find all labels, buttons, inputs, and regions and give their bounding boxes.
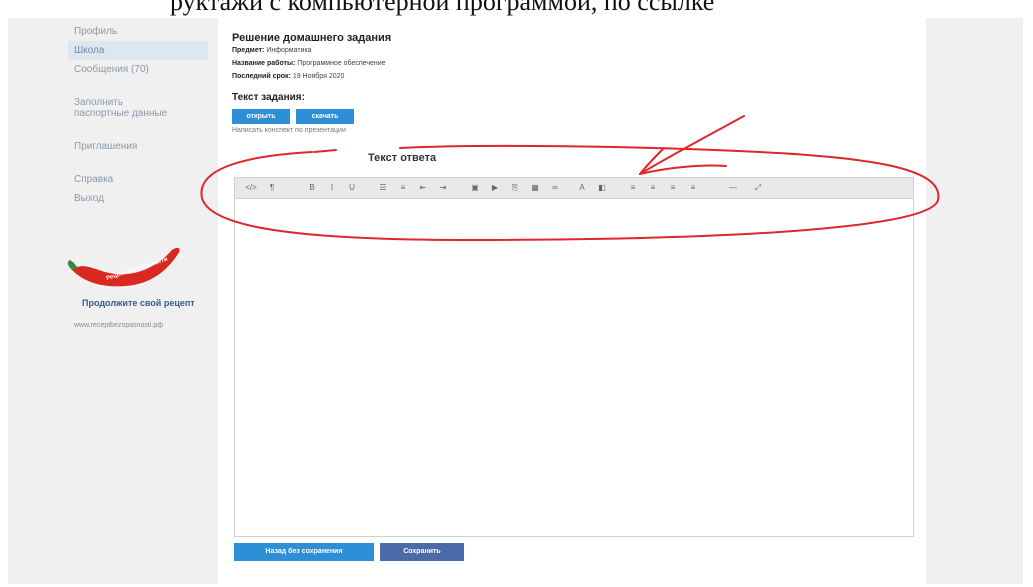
font-color-icon[interactable]: A [575, 181, 589, 195]
promo-url[interactable]: www.receptbezopasnosti.рф [74, 322, 163, 329]
deadline-row: Последний срок: 19 Ноября 2020 [232, 73, 344, 80]
page-caption: руктажи с компьютерной программой, по сс… [0, 0, 1033, 18]
align-right-icon[interactable]: ≡ [665, 181, 681, 195]
unordered-list-icon[interactable]: ☰ [375, 181, 391, 195]
work-value: Программное обеспечение [297, 60, 386, 67]
editor-toolbar: </> ¶ B I U ☰ ≡ ⇤ ⇥ ▣ ▶ ⎘ ▦ ∞ A ◧ ≡ ≡ ≡ ≡ — ⤢ [235, 178, 913, 199]
align-left-icon[interactable]: ≡ [625, 181, 641, 195]
sidebar-item-label: Сообщения (70) [74, 64, 149, 75]
sidebar-item-help[interactable]: Справка [68, 170, 208, 189]
sidebar-item-label: Профиль [74, 26, 118, 37]
sidebar-item-profile[interactable]: Профиль [68, 22, 208, 41]
file-icon[interactable]: ⎘ [507, 181, 523, 195]
answer-editor: </> ¶ B I U ☰ ≡ ⇤ ⇥ ▣ ▶ ⎘ ▦ ∞ A ◧ ≡ ≡ ≡ ≡ — ⤢ [234, 177, 914, 537]
align-justify-icon[interactable]: ≡ [685, 181, 701, 195]
work-row: Название работы: Программное обеспечение [232, 60, 386, 67]
align-center-icon[interactable]: ≡ [645, 181, 661, 195]
subject-row: Предмет: Информатика [232, 47, 312, 54]
indent-icon[interactable]: ⇥ [435, 181, 451, 195]
page-title: Решение домашнего задания [232, 32, 392, 44]
task-title: Текст задания: [232, 92, 305, 103]
sidebar-item-school[interactable]: Школа [68, 41, 208, 60]
save-button[interactable]: Сохранить [380, 543, 464, 561]
answer-text-area[interactable] [235, 199, 913, 536]
deadline-label: Последний срок: [232, 73, 291, 80]
ordered-list-icon[interactable]: ≡ [395, 181, 411, 195]
answer-title: Текст ответа [368, 152, 437, 164]
subject-label: Предмет: [232, 47, 265, 54]
sidebar-item-label: Школа [74, 45, 105, 56]
paragraph-icon[interactable]: ¶ [265, 181, 279, 195]
sidebar-item-label: Выход [74, 193, 104, 204]
video-icon[interactable]: ▶ [487, 181, 503, 195]
deadline-value: 19 Ноября 2020 [292, 73, 345, 80]
link-icon[interactable]: ∞ [547, 181, 563, 195]
sidebar-item-invitations[interactable]: Приглашения [68, 137, 208, 156]
outdent-icon[interactable]: ⇤ [415, 181, 431, 195]
pepper-logo[interactable]: Рецепт Безопасности [66, 244, 186, 294]
caption-text: руктажи с компьютерной программой, по сс… [170, 0, 715, 16]
image-icon[interactable]: ▣ [467, 181, 483, 195]
bold-icon[interactable]: B [305, 181, 319, 195]
sidebar-item-label: Приглашения [74, 141, 138, 152]
code-icon[interactable]: </> [241, 181, 261, 195]
horizontal-rule-icon[interactable]: — [725, 181, 741, 195]
fullscreen-icon[interactable]: ⤢ [751, 181, 765, 195]
background-color-icon[interactable]: ◧ [595, 181, 609, 195]
work-label: Название работы: [232, 60, 296, 67]
subject-value: Информатика [266, 47, 312, 54]
italic-icon[interactable]: I [325, 181, 339, 195]
task-hint: Написать конспект по презентации [232, 127, 346, 134]
main-panel: Решение домашнего задания Предмет: Инфор… [218, 18, 926, 584]
promo-link[interactable]: Продолжите свой рецепт [82, 298, 202, 308]
open-button[interactable]: открыть [232, 109, 290, 124]
sidebar-item-logout[interactable]: Выход [68, 189, 208, 208]
back-without-saving-button[interactable]: Назад без сохранения [234, 543, 374, 561]
underline-icon[interactable]: U [345, 181, 359, 195]
sidebar-item-label: Справка [74, 174, 114, 185]
sidebar-item-messages[interactable]: Сообщения (70) [68, 60, 208, 79]
download-button[interactable]: скачать [296, 109, 354, 124]
table-icon[interactable]: ▦ [527, 181, 543, 195]
sidebar-item-passport[interactable]: Заполнить паспортные данные [68, 93, 180, 123]
sidebar-item-label: Заполнить паспортные данные [74, 97, 168, 119]
